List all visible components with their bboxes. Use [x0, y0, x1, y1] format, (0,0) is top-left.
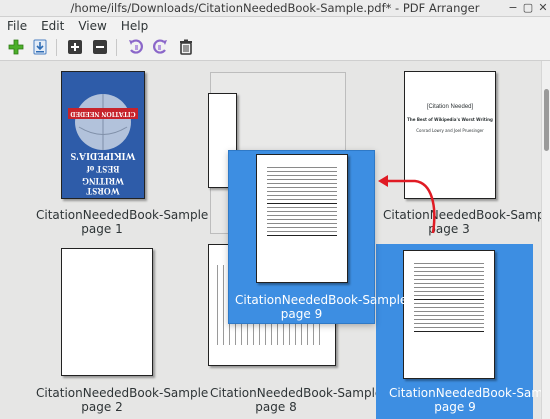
title-bar: /home/ilfs/Downloads/CitationNeededBook-… [0, 0, 550, 17]
scrollbar-thumb[interactable] [544, 89, 549, 151]
page-label-9: CitationNeededBook-Sample page 9 [389, 386, 550, 414]
page-filename: CitationNeededBook-Sample [36, 208, 209, 222]
toolbar-separator [56, 39, 57, 56]
insert-pages-icon[interactable] [7, 38, 25, 56]
page-filename: CitationNeededBook-Sample [210, 386, 383, 400]
zoom-in-icon[interactable] [66, 38, 84, 56]
menu-edit[interactable]: Edit [34, 19, 71, 33]
cover-line-wikipedias: WIKIPEDIA'S [70, 150, 136, 161]
rotate-left-icon[interactable] [127, 38, 145, 56]
page-label-1: CitationNeededBook-Sample page 1 [36, 208, 209, 236]
menu-help[interactable]: Help [114, 19, 155, 33]
page-number: page 8 [255, 400, 297, 414]
page-filename: CitationNeededBook-Sample [36, 386, 209, 400]
delete-icon[interactable] [177, 38, 195, 56]
page-number: page 9 [434, 400, 476, 414]
export-icon[interactable] [31, 38, 49, 56]
window-title: /home/ilfs/Downloads/CitationNeededBook-… [70, 1, 480, 15]
page-number: page 2 [81, 400, 123, 414]
page-grid[interactable]: CITATION NEEDED WIKIPEDIA'S BEST of WORS… [0, 61, 550, 419]
toolbar [0, 35, 550, 61]
page-thumbnail-2[interactable] [61, 248, 153, 376]
dragged-page[interactable]: CitationNeededBook-Sample page 9 [228, 150, 408, 324]
page3-title: [Citation Needed] [426, 104, 474, 110]
page-thumbnail-1[interactable]: CITATION NEEDED WIKIPEDIA'S BEST of WORS… [61, 71, 145, 199]
menu-file[interactable]: File [0, 19, 34, 33]
minimize-icon[interactable]: − [507, 2, 519, 14]
cover-line-worst-writing: WORST WRITING [82, 176, 125, 196]
dragged-page-label: CitationNeededBook-Sample page 9 [235, 293, 408, 321]
maximize-icon[interactable]: ▢ [522, 2, 534, 14]
page-filename: CitationNeededBook-Sample [235, 293, 408, 307]
page-number: page 1 [81, 222, 123, 236]
close-icon[interactable]: ✕ [537, 2, 549, 14]
page-label-8: CitationNeededBook-Sample page 8 [210, 386, 383, 414]
menu-view[interactable]: View [71, 19, 113, 33]
menu-bar: File Edit View Help [0, 17, 550, 35]
move-arrow-icon [378, 175, 436, 234]
page-label-2: CitationNeededBook-Sample page 2 [36, 386, 209, 414]
dragged-page-thumbnail [256, 154, 348, 283]
page-thumbnail-9[interactable] [403, 250, 495, 379]
vertical-scrollbar[interactable] [541, 61, 550, 419]
cover-line-citation-needed: CITATION NEEDED [70, 110, 136, 118]
rotate-right-icon[interactable] [151, 38, 169, 56]
page3-authors: Conrad Lowry and Joel Pruesinger [416, 128, 484, 133]
cover-line-best-of: BEST of [86, 164, 120, 174]
page-number: page 9 [280, 307, 323, 321]
page-filename: CitationNeededBook-Sample [389, 386, 550, 400]
zoom-out-icon[interactable] [91, 38, 109, 56]
page3-subtitle: The Best of Wikipedia's Worst Writing [407, 117, 493, 122]
toolbar-separator [116, 39, 117, 56]
